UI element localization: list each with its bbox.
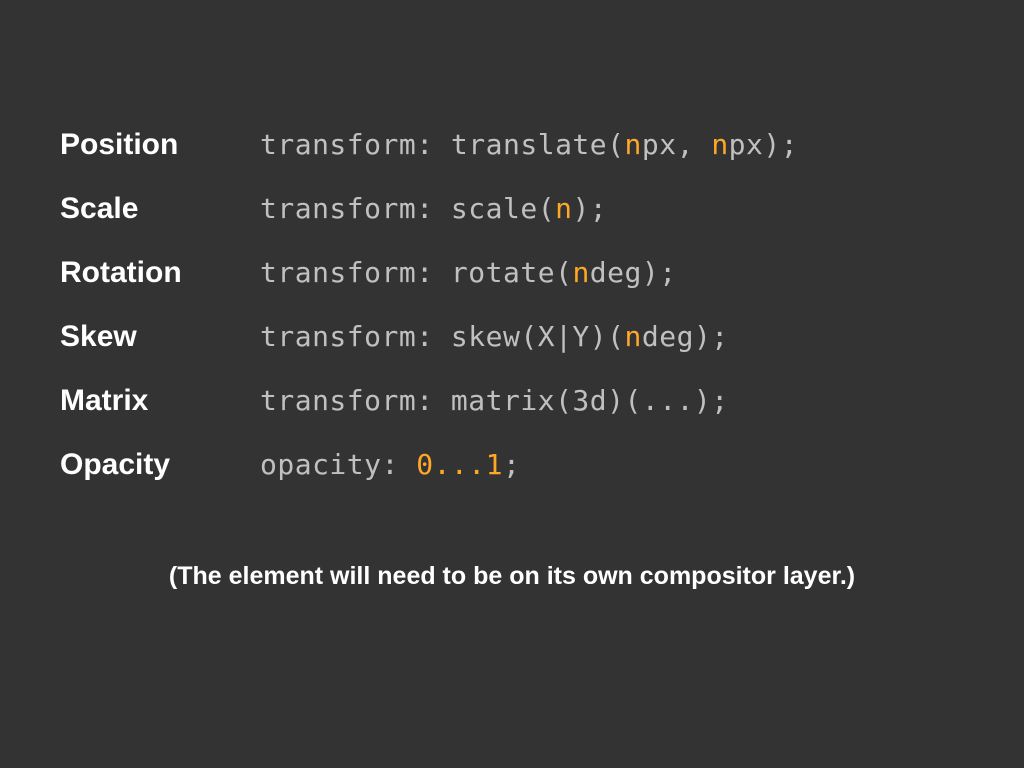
code-text: opacity: bbox=[260, 448, 416, 481]
property-code: opacity: 0...1; bbox=[260, 448, 520, 481]
code-text: transform: translate( bbox=[260, 128, 625, 161]
property-code: transform: matrix(3d)(...); bbox=[260, 384, 729, 417]
code-text: ; bbox=[503, 448, 520, 481]
property-row: Scaletransform: scale(n); bbox=[60, 192, 964, 226]
footer-note: (The element will need to be on its own … bbox=[60, 562, 964, 591]
code-accent: n bbox=[555, 192, 572, 225]
property-list: Positiontransform: translate(npx, npx);S… bbox=[60, 128, 964, 482]
code-accent: n bbox=[625, 320, 642, 353]
code-text: transform: skew(X|Y)( bbox=[260, 320, 625, 353]
property-label: Rotation bbox=[60, 256, 260, 290]
code-text: transform: scale( bbox=[260, 192, 555, 225]
code-accent: n bbox=[572, 256, 589, 289]
property-label: Position bbox=[60, 128, 260, 162]
property-code: transform: translate(npx, npx); bbox=[260, 128, 798, 161]
property-code: transform: skew(X|Y)(ndeg); bbox=[260, 320, 729, 353]
code-accent: 0...1 bbox=[416, 448, 503, 481]
code-text: transform: matrix(3d)(...); bbox=[260, 384, 729, 417]
property-row: Rotationtransform: rotate(ndeg); bbox=[60, 256, 964, 290]
property-code: transform: scale(n); bbox=[260, 192, 607, 225]
property-row: Positiontransform: translate(npx, npx); bbox=[60, 128, 964, 162]
property-row: Opacityopacity: 0...1; bbox=[60, 448, 964, 482]
property-label: Scale bbox=[60, 192, 260, 226]
code-text: deg); bbox=[642, 320, 729, 353]
property-label: Opacity bbox=[60, 448, 260, 482]
property-code: transform: rotate(ndeg); bbox=[260, 256, 677, 289]
code-text: transform: rotate( bbox=[260, 256, 572, 289]
code-accent: n bbox=[711, 128, 728, 161]
property-label: Skew bbox=[60, 320, 260, 354]
code-text: px, bbox=[642, 128, 711, 161]
code-text: px); bbox=[729, 128, 798, 161]
code-text: deg); bbox=[590, 256, 677, 289]
property-row: Skewtransform: skew(X|Y)(ndeg); bbox=[60, 320, 964, 354]
code-accent: n bbox=[625, 128, 642, 161]
property-row: Matrixtransform: matrix(3d)(...); bbox=[60, 384, 964, 418]
code-text: ); bbox=[572, 192, 607, 225]
property-label: Matrix bbox=[60, 384, 260, 418]
